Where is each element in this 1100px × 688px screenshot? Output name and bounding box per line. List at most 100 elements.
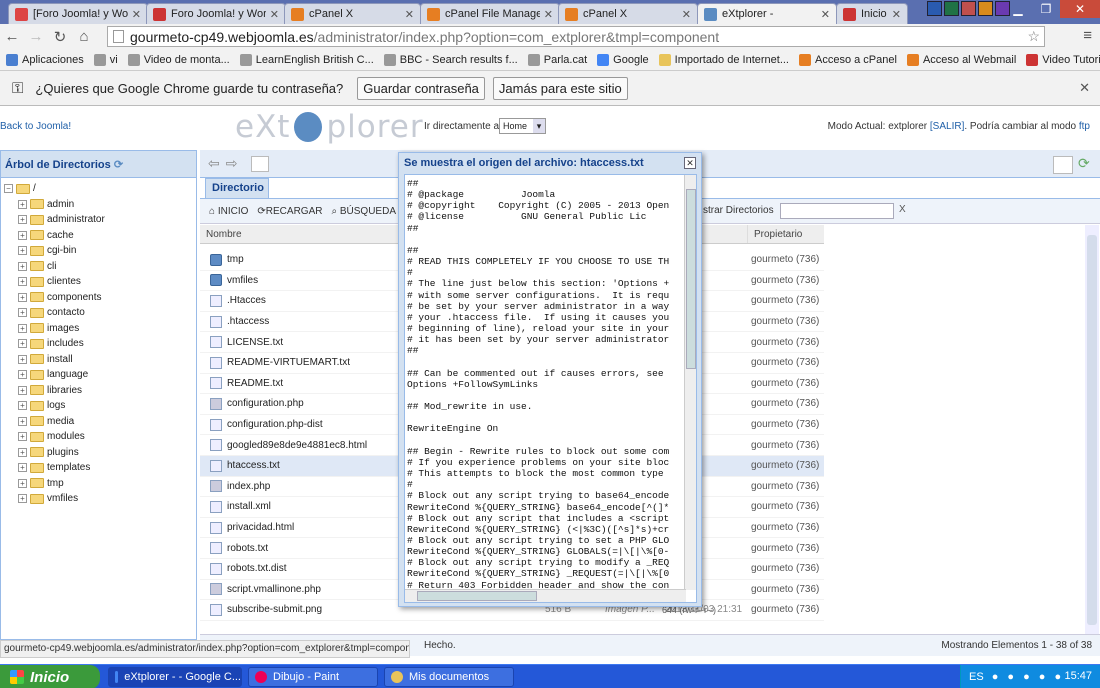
expand-icon[interactable]: +: [18, 246, 27, 256]
ftp-mode-link[interactable]: ftp: [1079, 121, 1090, 132]
tree-item[interactable]: + plugins: [4, 445, 193, 461]
maximize-button[interactable]: ❐: [1032, 0, 1060, 18]
tree-item[interactable]: + images: [4, 321, 193, 337]
browser-tab[interactable]: eXtplorer - ✕: [697, 3, 837, 24]
bookmark-item[interactable]: BBC - Search results f...: [383, 53, 518, 66]
expand-icon[interactable]: +: [18, 370, 27, 380]
tree-item[interactable]: + language: [4, 367, 193, 383]
app-icon[interactable]: [978, 1, 993, 16]
expand-icon[interactable]: +: [18, 432, 27, 442]
never-save-button[interactable]: Jamás para este sitio: [492, 76, 628, 100]
expand-icon[interactable]: +: [18, 230, 27, 240]
bookmark-item[interactable]: vi: [93, 53, 118, 66]
bookmark-item[interactable]: Parla.cat: [527, 53, 587, 66]
minimize-button[interactable]: ▁: [1004, 0, 1032, 18]
reload-icon[interactable]: ↻: [48, 28, 72, 46]
bookmark-item[interactable]: Importado de Internet...: [658, 53, 789, 66]
bookmark-item[interactable]: Aplicaciones: [6, 53, 84, 66]
menu-icon[interactable]: ≡: [1083, 27, 1092, 44]
expand-icon[interactable]: +: [18, 308, 27, 318]
browser-tab[interactable]: cPanel X ✕: [558, 3, 698, 24]
bookmark-item[interactable]: Video de monta...: [127, 53, 230, 66]
tree-item[interactable]: + cache: [4, 228, 193, 244]
home-button[interactable]: ⌂ INICIO: [209, 206, 248, 217]
reload-button[interactable]: ⟳RECARGAR: [257, 206, 322, 217]
view-button[interactable]: [1053, 156, 1073, 174]
expand-icon[interactable]: +: [18, 478, 27, 488]
tree-item[interactable]: + administrator: [4, 212, 193, 228]
refresh-icon[interactable]: ⟳: [1078, 155, 1090, 172]
clear-filter-button[interactable]: X: [899, 204, 906, 215]
tree-item[interactable]: + templates: [4, 460, 193, 476]
tree-item[interactable]: + media: [4, 414, 193, 430]
word-icon[interactable]: [927, 1, 942, 16]
tree-item[interactable]: + logs: [4, 398, 193, 414]
expand-icon[interactable]: +: [18, 199, 27, 209]
close-icon[interactable]: ✕: [684, 157, 696, 169]
expand-icon[interactable]: +: [18, 215, 27, 225]
tree-root[interactable]: − /: [4, 181, 193, 197]
browser-tab[interactable]: cPanel X ✕: [284, 3, 421, 24]
language-indicator[interactable]: ES: [969, 671, 984, 683]
tree-item[interactable]: + cgi-bin: [4, 243, 193, 259]
app-icon[interactable]: [961, 1, 976, 16]
taskbar-item[interactable]: Dibujo - Paint: [248, 667, 378, 687]
tree-item[interactable]: + admin: [4, 197, 193, 213]
expand-icon[interactable]: +: [18, 401, 27, 411]
star-icon[interactable]: ☆: [1027, 28, 1040, 45]
collapse-icon[interactable]: −: [4, 184, 13, 194]
expand-icon[interactable]: +: [18, 323, 27, 333]
tree-item[interactable]: + includes: [4, 336, 193, 352]
bookmark-item[interactable]: Google: [597, 53, 649, 66]
close-tab-icon[interactable]: ✕: [270, 8, 279, 21]
tree-item[interactable]: + modules: [4, 429, 193, 445]
back-arrow-icon[interactable]: ←: [0, 28, 24, 45]
col-owner[interactable]: Propietario: [748, 225, 824, 243]
scrollbar[interactable]: [1085, 225, 1099, 635]
back-to-joomla-link[interactable]: Back to Joomla!: [0, 121, 71, 132]
browser-tab[interactable]: Inicio ✕: [836, 3, 908, 24]
close-tab-icon[interactable]: ✕: [405, 8, 414, 21]
refresh-icon[interactable]: ⟳: [114, 159, 123, 171]
expand-icon[interactable]: +: [18, 339, 27, 349]
tree-item[interactable]: + tmp: [4, 476, 193, 492]
tree-item[interactable]: + install: [4, 352, 193, 368]
bookmark-item[interactable]: Video Tutoriales Pack ...: [1026, 53, 1100, 66]
start-button[interactable]: Inicio: [0, 665, 100, 688]
goto-select[interactable]: Home ▾: [499, 118, 546, 134]
tab-directorio[interactable]: Directorio: [205, 178, 269, 198]
expand-icon[interactable]: +: [18, 463, 27, 473]
expand-icon[interactable]: +: [18, 385, 27, 395]
expand-icon[interactable]: +: [18, 261, 27, 271]
save-password-button[interactable]: Guardar contraseña: [357, 76, 485, 100]
close-window-button[interactable]: ✕: [1060, 0, 1100, 18]
scrollbar-horizontal[interactable]: [405, 589, 686, 602]
expand-icon[interactable]: +: [18, 354, 27, 364]
close-tab-icon[interactable]: ✕: [682, 8, 691, 21]
expand-icon[interactable]: +: [18, 447, 27, 457]
tree-item[interactable]: + components: [4, 290, 193, 306]
tree-item[interactable]: + vmfiles: [4, 491, 193, 507]
home-icon[interactable]: ⌂: [72, 28, 96, 45]
search-button[interactable]: ⌕ BÚSQUEDA: [331, 206, 396, 217]
bookmark-item[interactable]: LearnEnglish British C...: [239, 53, 374, 66]
tree-item[interactable]: + cli: [4, 259, 193, 275]
address-bar[interactable]: gourmeto-cp49.webjoomla.es/administrator…: [107, 26, 1045, 47]
forward-arrow-icon[interactable]: ⇨: [226, 155, 238, 172]
close-tab-icon[interactable]: ✕: [544, 8, 553, 21]
taskbar-item[interactable]: Mis documentos: [384, 667, 514, 687]
back-arrow-icon[interactable]: ⇦: [208, 155, 220, 172]
close-tab-icon[interactable]: ✕: [132, 8, 141, 21]
filter-input[interactable]: [780, 203, 894, 219]
browser-tab[interactable]: cPanel File Manager v ✕: [420, 3, 560, 24]
browser-tab[interactable]: [Foro Joomla! y Word ✕: [8, 3, 148, 24]
browser-tab[interactable]: Foro Joomla! y WordP ✕: [146, 3, 286, 24]
bookmark-item[interactable]: Acceso a cPanel: [799, 53, 897, 66]
tree-item[interactable]: + clientes: [4, 274, 193, 290]
close-icon[interactable]: ✕: [1079, 80, 1090, 96]
tree-item[interactable]: + contacto: [4, 305, 193, 321]
expand-icon[interactable]: +: [18, 292, 27, 302]
tree-item[interactable]: + libraries: [4, 383, 193, 399]
expand-icon[interactable]: +: [18, 277, 27, 287]
expand-icon[interactable]: +: [18, 416, 27, 426]
